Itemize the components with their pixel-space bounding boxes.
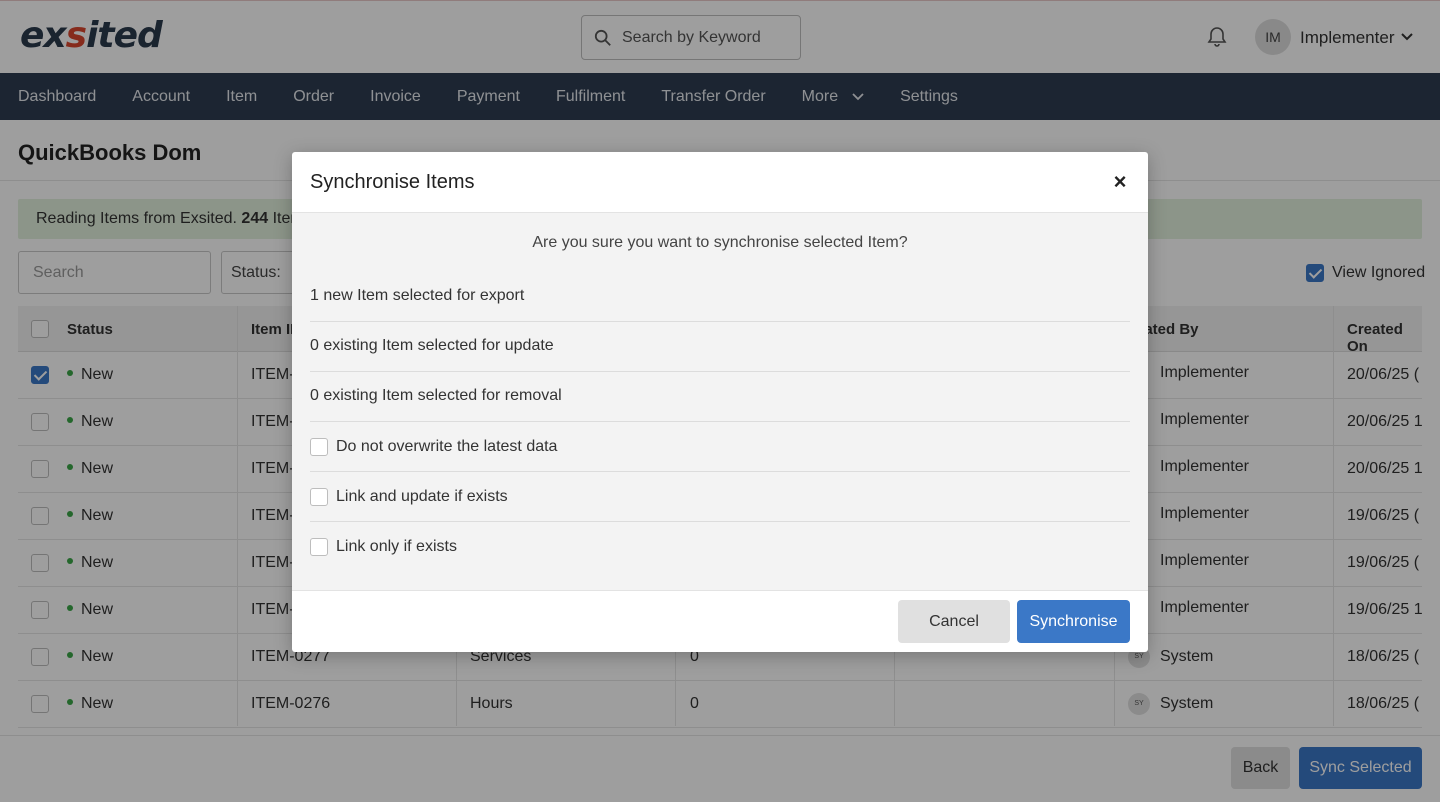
link-only-checkbox[interactable]: [310, 538, 328, 556]
option-do-not-overwrite[interactable]: Do not overwrite the latest data: [310, 422, 1130, 472]
link-only-label: Link only if exists: [336, 538, 457, 555]
link-and-update-checkbox[interactable]: [310, 487, 328, 506]
synchronise-button[interactable]: Synchronise: [1017, 600, 1130, 643]
dialog-title: Synchronise Items: [310, 171, 475, 193]
removal-summary: 0 existing Item selected for removal: [310, 372, 1130, 422]
cancel-button[interactable]: Cancel: [898, 600, 1010, 643]
link-and-update-label: Link and update if exists: [336, 487, 508, 505]
option-link-only[interactable]: Link only if exists: [310, 522, 1130, 572]
dialog-body: Are you sure you want to synchronise sel…: [292, 213, 1148, 590]
synchronise-dialog: Synchronise Items × Are you sure you wan…: [292, 152, 1148, 652]
do-not-overwrite-checkbox[interactable]: [310, 437, 328, 456]
dialog-header: Synchronise Items ×: [292, 152, 1148, 213]
close-icon[interactable]: ×: [1110, 171, 1130, 193]
dialog-question: Are you sure you want to synchronise sel…: [532, 234, 908, 251]
update-summary: 0 existing Item selected for update: [310, 322, 1130, 372]
do-not-overwrite-label: Do not overwrite the latest data: [336, 437, 558, 455]
option-link-and-update[interactable]: Link and update if exists: [310, 472, 1130, 522]
dialog-footer: Cancel Synchronise: [292, 590, 1148, 652]
export-summary: 1 new Item selected for export: [310, 272, 1130, 322]
